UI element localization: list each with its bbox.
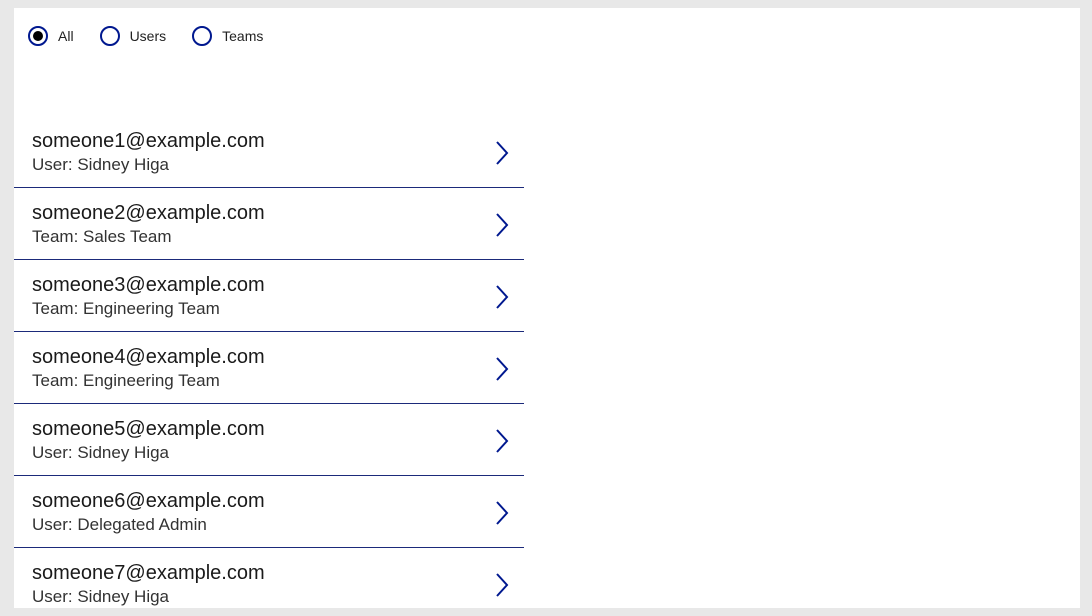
list-item-subtitle: Team: Engineering Team: [32, 371, 265, 391]
list-item-email: someone5@example.com: [32, 418, 265, 441]
chevron-right-icon: [492, 282, 514, 312]
list-item-subtitle: User: Sidney Higa: [32, 587, 265, 606]
radio-icon: [100, 26, 120, 46]
list-item[interactable]: someone6@example.comUser: Delegated Admi…: [14, 476, 524, 548]
list-item[interactable]: someone4@example.comTeam: Engineering Te…: [14, 332, 524, 404]
chevron-right-icon: [492, 354, 514, 384]
chevron-right-icon: [492, 138, 514, 168]
list-item-email: someone4@example.com: [32, 346, 265, 369]
radio-icon: [192, 26, 212, 46]
list-item-subtitle: Team: Engineering Team: [32, 299, 265, 319]
list-item-subtitle: User: Sidney Higa: [32, 155, 265, 175]
list-item-subtitle: User: Sidney Higa: [32, 443, 265, 463]
filter-radio-users[interactable]: Users: [100, 26, 167, 46]
filter-radio-label: Users: [130, 28, 167, 44]
list-item-email: someone7@example.com: [32, 562, 265, 585]
app-panel: All Users Teams someone1@example.comUser…: [14, 8, 1080, 608]
list-item[interactable]: someone2@example.comTeam: Sales Team: [14, 188, 524, 260]
list-item[interactable]: someone5@example.comUser: Sidney Higa: [14, 404, 524, 476]
list-item[interactable]: someone1@example.comUser: Sidney Higa: [14, 116, 524, 188]
list-item-text: someone3@example.comTeam: Engineering Te…: [32, 274, 265, 319]
filter-radio-teams[interactable]: Teams: [192, 26, 263, 46]
list-item-email: someone1@example.com: [32, 130, 265, 153]
filter-radio-label: All: [58, 28, 74, 44]
list-item-text: someone7@example.com User: Sidney Higa: [32, 562, 265, 606]
list-item-subtitle: User: Delegated Admin: [32, 515, 265, 535]
list-item-email: someone2@example.com: [32, 202, 265, 225]
list-item-text: someone2@example.comTeam: Sales Team: [32, 202, 265, 247]
list-item[interactable]: someone3@example.comTeam: Engineering Te…: [14, 260, 524, 332]
filter-radio-all[interactable]: All: [28, 26, 74, 46]
list-item-text: someone6@example.comUser: Delegated Admi…: [32, 490, 265, 535]
chevron-right-icon: [492, 426, 514, 456]
list-item-text: someone4@example.comTeam: Engineering Te…: [32, 346, 265, 391]
list-item[interactable]: someone7@example.com User: Sidney Higa: [14, 548, 524, 606]
list-item-email: someone3@example.com: [32, 274, 265, 297]
list-item-email: someone6@example.com: [32, 490, 265, 513]
list-item-text: someone5@example.comUser: Sidney Higa: [32, 418, 265, 463]
chevron-right-icon: [492, 210, 514, 240]
list-item-text: someone1@example.comUser: Sidney Higa: [32, 130, 265, 175]
list-item-subtitle: Team: Sales Team: [32, 227, 265, 247]
filter-radio-row: All Users Teams: [14, 8, 1080, 56]
chevron-right-icon: [492, 498, 514, 528]
radio-icon: [28, 26, 48, 46]
chevron-right-icon: [492, 570, 514, 600]
filter-radio-label: Teams: [222, 28, 263, 44]
results-list[interactable]: someone1@example.comUser: Sidney Higasom…: [14, 116, 524, 606]
